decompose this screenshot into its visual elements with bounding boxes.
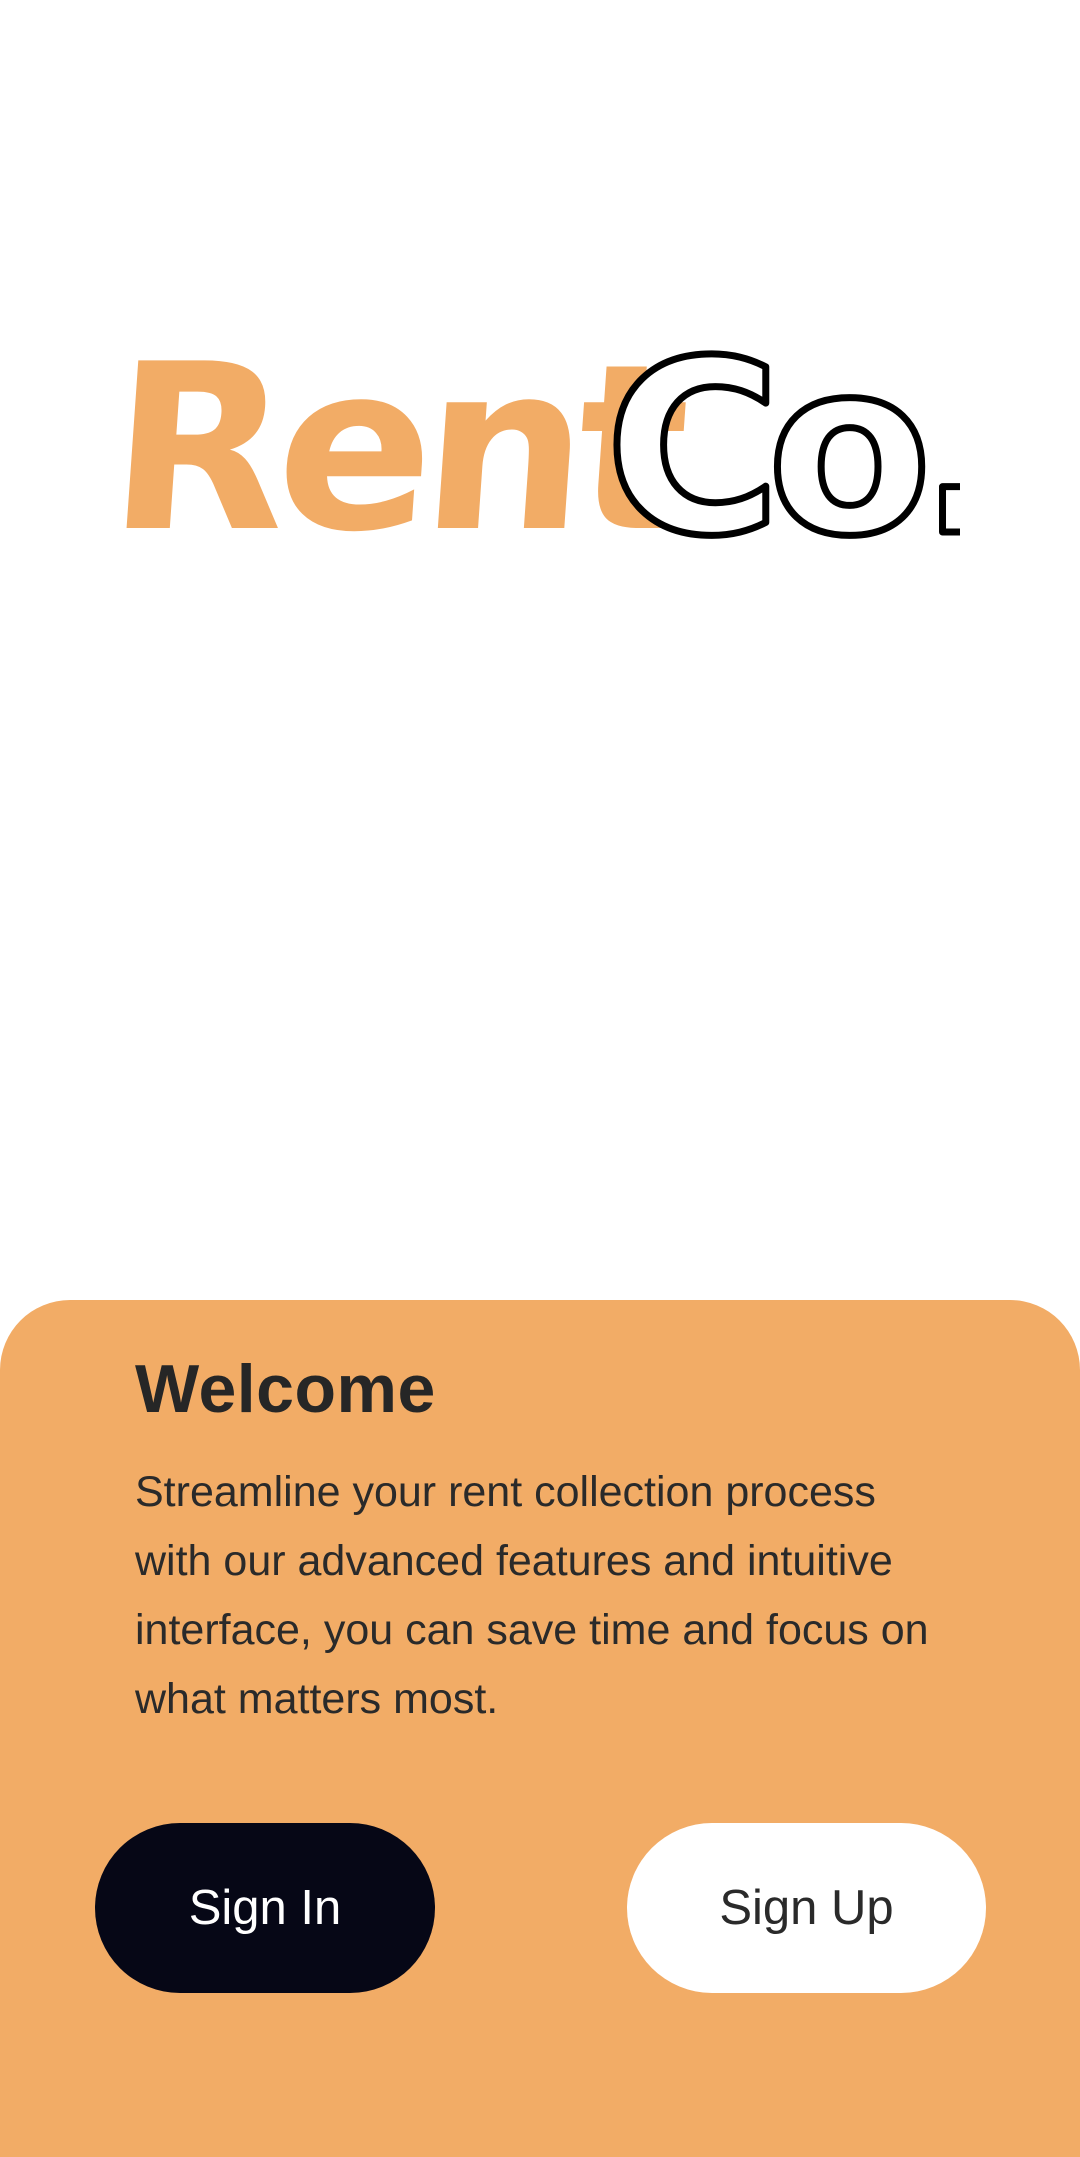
logo-graphic: Rent Co. [120,320,960,560]
welcome-description: Streamline your rent collection process … [135,1468,929,1723]
welcome-panel: Welcome Streamline your rent collection … [0,1300,1080,2157]
welcome-title: Welcome [135,1351,436,1427]
logo-co-text: Co. [605,320,960,560]
sign-up-button[interactable]: Sign Up [627,1823,986,1993]
sign-in-button[interactable]: Sign In [95,1823,435,1993]
rentco-logo: Rent Co. [120,320,960,560]
welcome-screen: Rent Co. Welcome Streamline your rent co… [0,0,1080,2157]
